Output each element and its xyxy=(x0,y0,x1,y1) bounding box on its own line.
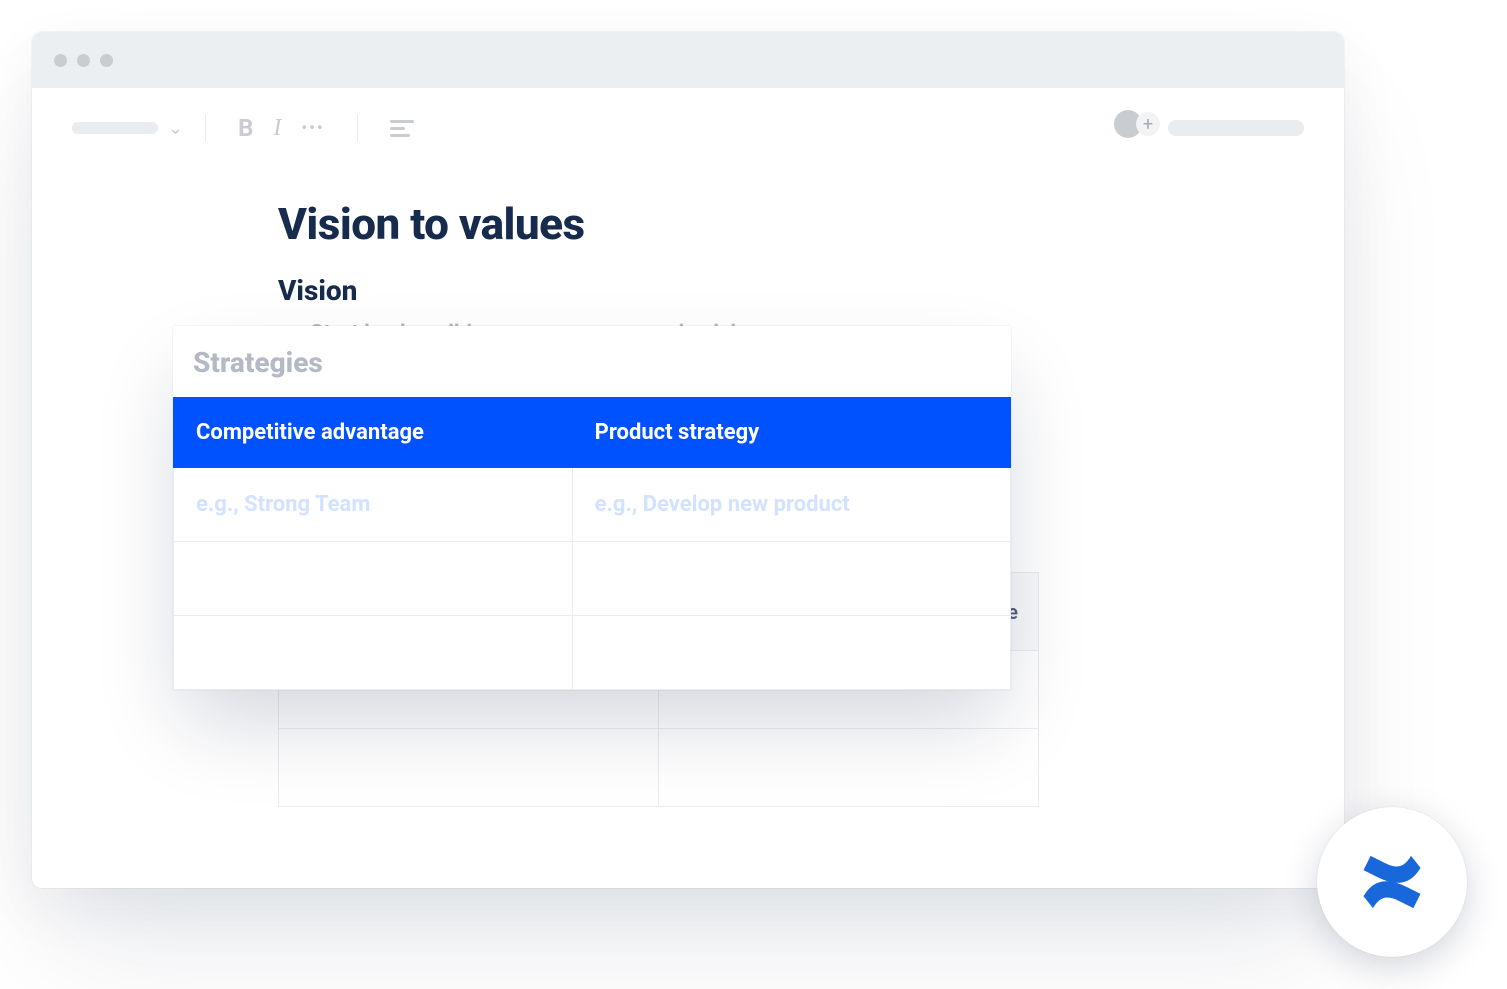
vision-heading[interactable]: Vision xyxy=(278,274,1264,307)
collaborators[interactable]: + xyxy=(1114,110,1150,146)
strategies-overlay-card: Strategies Competitive advantage Product… xyxy=(173,326,1011,690)
toolbar-separator xyxy=(357,114,358,142)
confluence-logo-badge xyxy=(1317,807,1467,957)
cell-empty[interactable] xyxy=(572,616,1010,690)
chevron-down-icon: ⌄ xyxy=(168,118,183,139)
cell-strategy-example[interactable]: e.g., Develop new product xyxy=(572,468,1010,542)
publish-button-placeholder[interactable] xyxy=(1168,120,1304,136)
toolbar-separator xyxy=(205,114,206,142)
col-product-strategy[interactable]: Product strategy xyxy=(572,398,1010,468)
window-control-minimize[interactable] xyxy=(77,54,90,67)
bold-button[interactable]: B xyxy=(228,116,263,140)
style-dropdown[interactable] xyxy=(72,122,158,134)
add-collaborator-button[interactable]: + xyxy=(1136,112,1160,136)
align-left-icon[interactable] xyxy=(380,118,424,138)
cell-empty[interactable] xyxy=(174,542,573,616)
more-formatting-button[interactable]: ••• xyxy=(291,120,334,136)
window-control-zoom[interactable] xyxy=(100,54,113,67)
document-body[interactable]: Vision to values Vision Start by describ… xyxy=(32,168,1344,346)
page-title[interactable]: Vision to values xyxy=(278,198,1264,250)
strategies-table[interactable]: Competitive advantage Product strategy e… xyxy=(173,397,1011,690)
window-titlebar xyxy=(32,32,1344,88)
editor-toolbar: ⌄ B I ••• + xyxy=(32,88,1344,168)
window-control-close[interactable] xyxy=(54,54,67,67)
strategies-heading: Strategies xyxy=(173,326,1011,397)
confluence-icon xyxy=(1354,844,1430,920)
cell-advantage-example[interactable]: e.g., Strong Team xyxy=(174,468,573,542)
cell-empty[interactable] xyxy=(572,542,1010,616)
cell-empty[interactable] xyxy=(174,616,573,690)
col-competitive-advantage[interactable]: Competitive advantage xyxy=(174,398,573,468)
italic-button[interactable]: I xyxy=(263,116,291,140)
